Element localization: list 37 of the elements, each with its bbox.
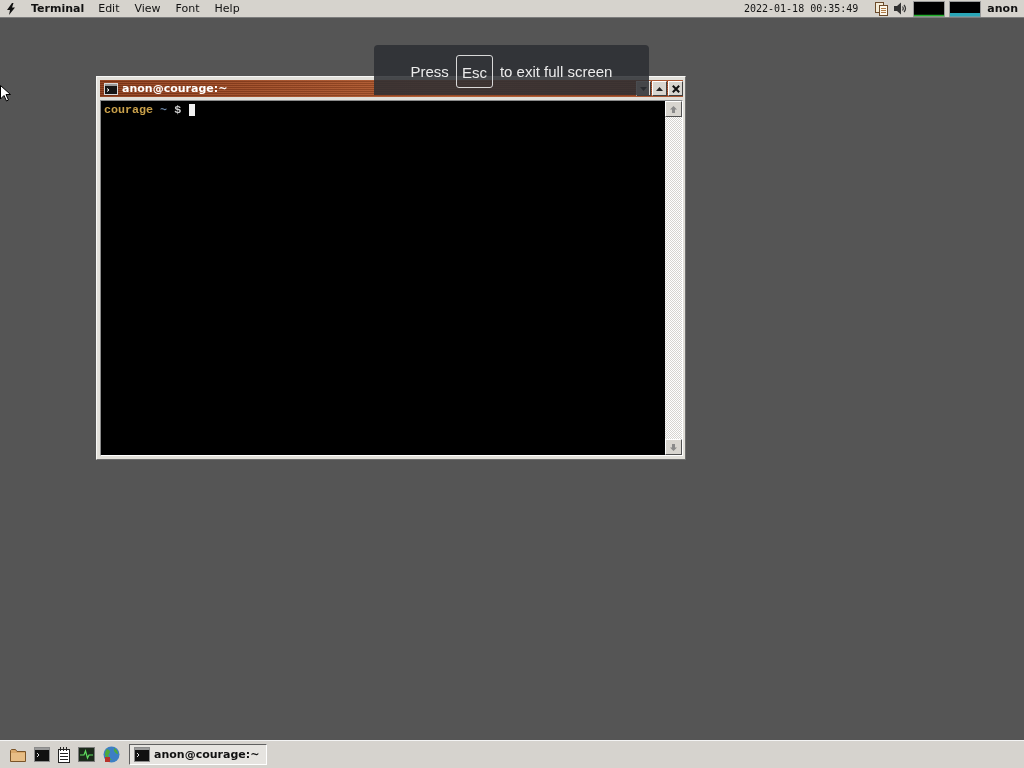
caret-up-icon (656, 86, 663, 91)
terminal-icon[interactable] (34, 747, 50, 762)
menu-item[interactable]: Help (214, 2, 240, 15)
maximize-button[interactable] (652, 81, 667, 96)
folder-icon[interactable] (10, 747, 26, 762)
scroll-up-button[interactable] (665, 101, 682, 117)
lightning-icon[interactable] (7, 2, 15, 15)
scrollbar[interactable] (665, 101, 682, 455)
speaker-icon[interactable] (894, 2, 908, 15)
user-menu[interactable]: anon (987, 2, 1018, 15)
scroll-down-button[interactable] (665, 439, 682, 455)
globe-icon[interactable] (103, 746, 120, 763)
terminal-screen[interactable]: courage ~ $ (101, 101, 665, 455)
menu-item[interactable]: Font (175, 2, 200, 15)
notepad-icon[interactable] (58, 746, 70, 763)
mouse-pointer-icon (0, 85, 11, 102)
shell-prompt: courage ~ $ (104, 102, 182, 117)
menu-item[interactable]: Edit (98, 2, 120, 15)
app-menu[interactable]: Terminal (31, 2, 85, 15)
text-cursor-icon (189, 103, 196, 116)
clipboard-icon[interactable] (875, 1, 889, 16)
pulse-monitor-icon[interactable] (78, 747, 95, 762)
close-icon (671, 84, 680, 93)
key-cap: Esc (455, 54, 493, 88)
terminal-icon (104, 82, 118, 95)
close-button[interactable] (668, 81, 683, 96)
notice-text: to exit full screen (499, 62, 613, 80)
taskbar-task-button[interactable]: anon@courage:~ (129, 744, 267, 765)
activity-graph-icon[interactable] (949, 0, 982, 17)
arrow-up-icon (670, 105, 677, 113)
activity-graph-icon[interactable] (913, 0, 946, 17)
clock: 2022-01-18 00:35:49 (743, 3, 859, 14)
arrow-down-icon (670, 443, 677, 451)
notice-text: Press (410, 62, 449, 80)
menu-item[interactable]: View (134, 2, 161, 15)
terminal-icon (134, 747, 150, 762)
window-title: anon@courage:~ (122, 82, 228, 95)
